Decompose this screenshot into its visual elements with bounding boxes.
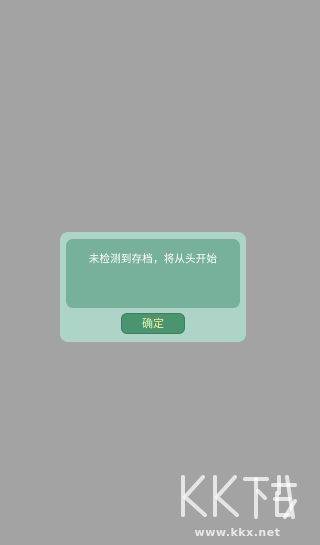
message-panel: 未检测到存档，将从头开始 — [66, 239, 240, 308]
watermark: www.kkx.net — [175, 471, 300, 539]
app-screen: { "dialog": { "message": "未检测到存档，将从头开始",… — [0, 0, 306, 545]
dialog-message: 未检测到存档，将从头开始 — [88, 253, 218, 265]
no-save-dialog: 未检测到存档，将从头开始 确定 — [60, 232, 246, 342]
kk-download-logo — [181, 475, 297, 519]
confirm-button[interactable]: 确定 — [121, 313, 185, 334]
watermark-url: www.kkx.net — [194, 526, 281, 539]
